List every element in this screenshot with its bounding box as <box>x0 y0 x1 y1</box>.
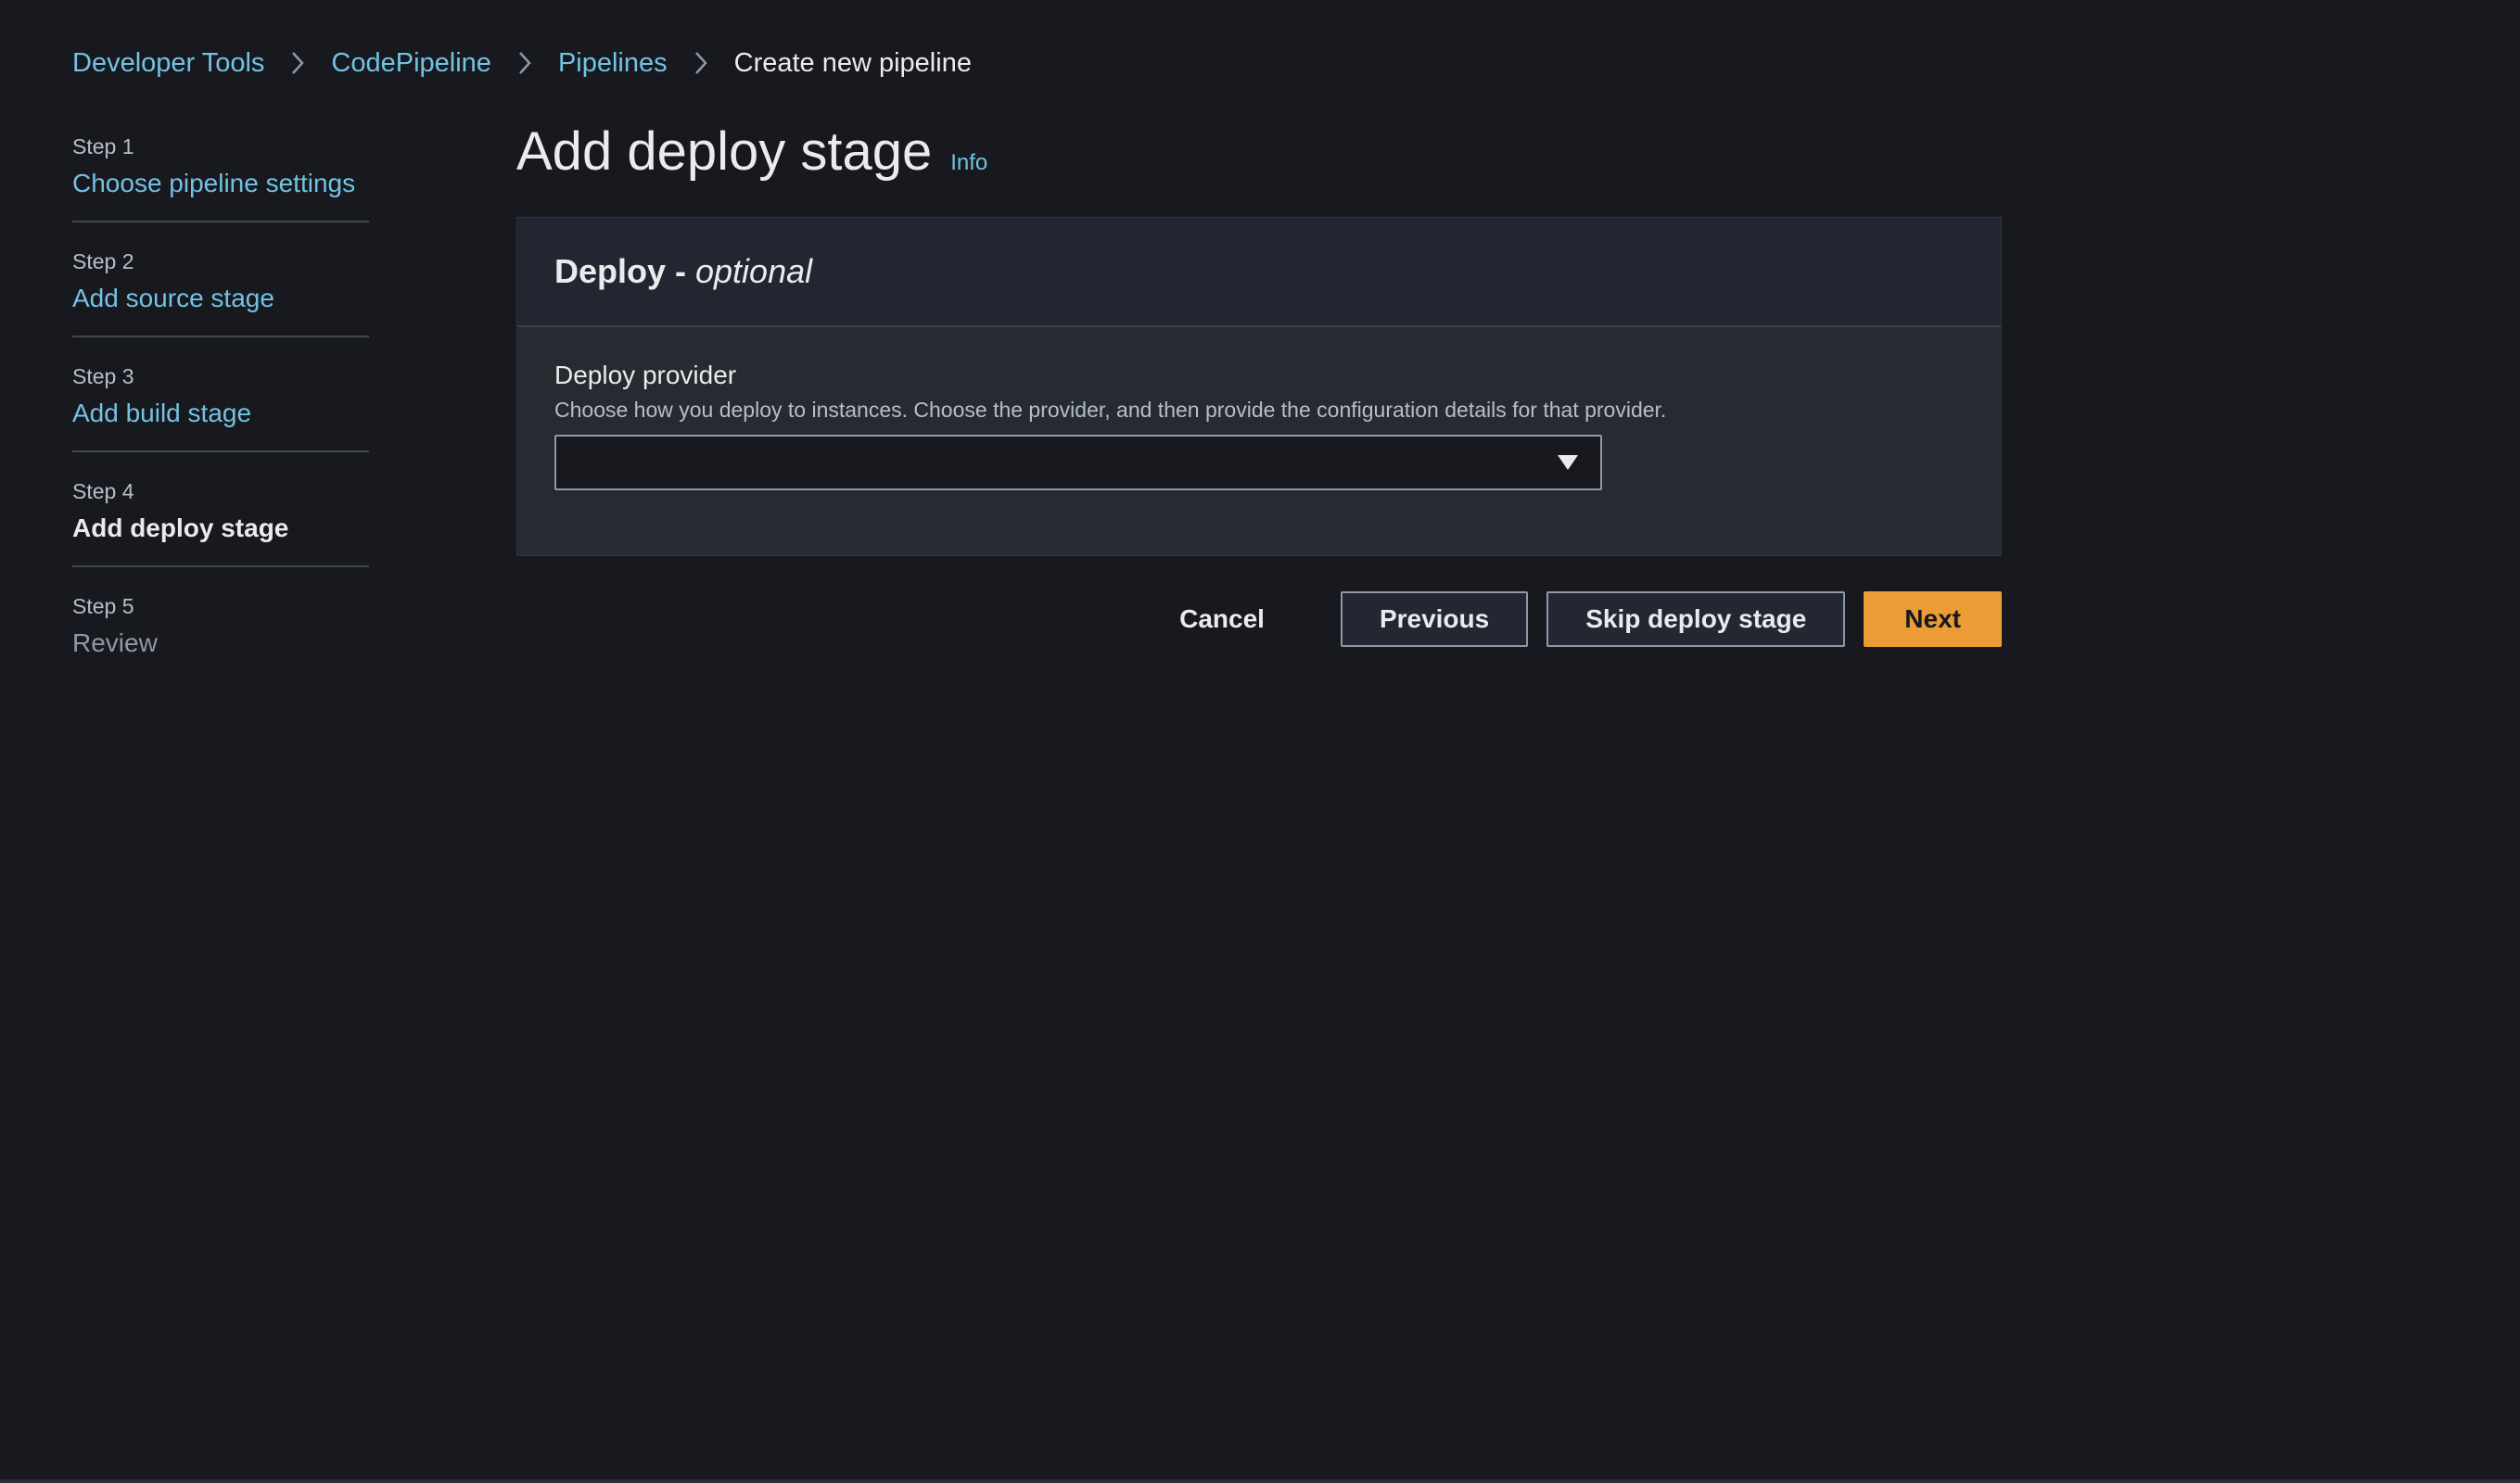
step-number: Step 4 <box>72 479 134 503</box>
bottom-divider <box>0 1479 2520 1483</box>
deploy-provider-select[interactable] <box>554 435 1602 490</box>
deploy-container: Deploy - optional Deploy provider Choose… <box>516 217 2002 556</box>
chevron-right-icon <box>491 44 558 82</box>
page-title: Add deploy stage <box>516 121 933 182</box>
step-link-pipeline-settings[interactable]: Choose pipeline settings <box>72 163 369 204</box>
container-title: Deploy - optional <box>554 252 812 291</box>
wizard-steps: Step 1 Choose pipeline settings Step 2 A… <box>72 130 369 703</box>
step-5: Step 5 Review <box>72 589 369 680</box>
step-link-build-stage[interactable]: Add build stage <box>72 393 369 434</box>
info-link[interactable]: Info <box>950 150 987 176</box>
breadcrumb-developer-tools[interactable]: Developer Tools <box>72 44 264 82</box>
breadcrumb-codepipeline[interactable]: CodePipeline <box>331 44 491 82</box>
breadcrumb: Developer Tools CodePipeline Pipelines C… <box>72 44 972 82</box>
step-4: Step 4 Add deploy stage <box>72 475 369 567</box>
container-body: Deploy provider Choose how you deploy to… <box>517 327 2001 555</box>
cancel-button[interactable]: Cancel <box>1161 591 1283 647</box>
step-number: Step 5 <box>72 594 134 618</box>
deploy-provider-description: Choose how you deploy to instances. Choo… <box>554 398 1667 422</box>
main-content: Add deploy stage Info Deploy - optional … <box>516 120 2002 647</box>
form-actions: Cancel Previous Skip deploy stage Next <box>516 591 2002 647</box>
breadcrumb-current: Create new pipeline <box>733 48 972 78</box>
container-title-text: Deploy - <box>554 252 696 290</box>
step-number: Step 2 <box>72 249 134 273</box>
container-header: Deploy - optional <box>517 218 2001 327</box>
skip-deploy-stage-button[interactable]: Skip deploy stage <box>1546 591 1846 647</box>
previous-button[interactable]: Previous <box>1340 591 1529 647</box>
page: Developer Tools CodePipeline Pipelines C… <box>0 0 2520 1483</box>
step-current-deploy-stage: Add deploy stage <box>72 513 289 542</box>
chevron-right-icon <box>668 44 734 82</box>
step-number: Step 1 <box>72 134 134 158</box>
step-1: Step 1 Choose pipeline settings <box>72 130 369 222</box>
container-title-optional: optional <box>695 252 813 290</box>
deploy-provider-label: Deploy provider <box>554 361 737 389</box>
step-2: Step 2 Add source stage <box>72 245 369 337</box>
step-3: Step 3 Add build stage <box>72 360 369 452</box>
chevron-right-icon <box>264 44 331 82</box>
step-number: Step 3 <box>72 364 134 388</box>
step-link-source-stage[interactable]: Add source stage <box>72 278 369 319</box>
caret-down-icon <box>1558 455 1578 475</box>
page-header: Add deploy stage Info <box>516 120 2002 193</box>
breadcrumb-pipelines[interactable]: Pipelines <box>558 44 668 82</box>
step-review: Review <box>72 628 158 657</box>
next-button[interactable]: Next <box>1864 591 2002 647</box>
